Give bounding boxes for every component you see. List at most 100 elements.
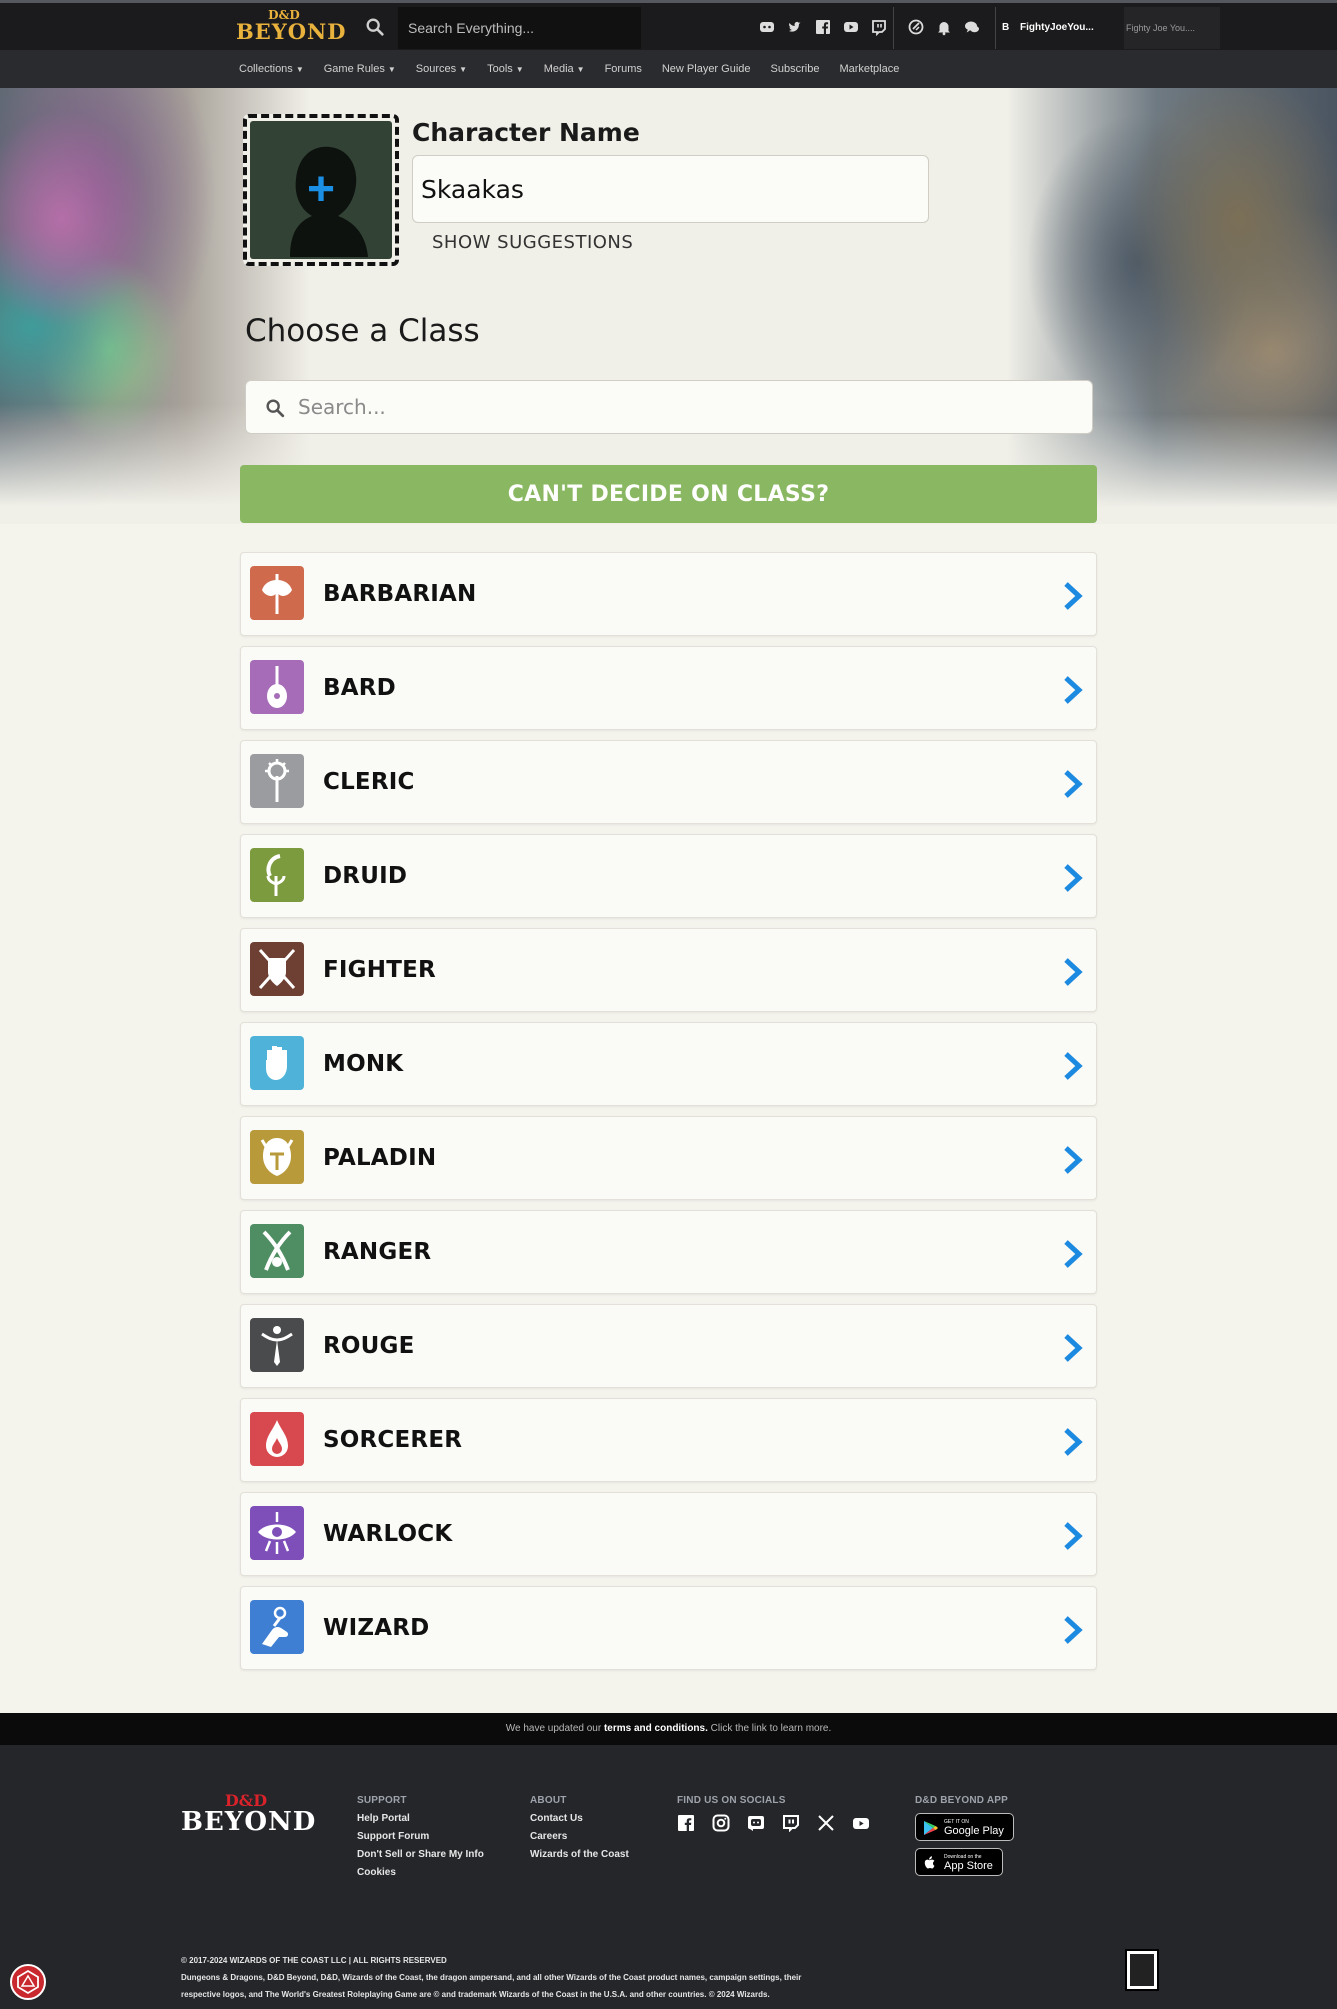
terms-link[interactable]: terms and conditions.: [604, 1723, 708, 1734]
twitch-icon[interactable]: [782, 1814, 800, 1833]
chevron-right-icon: [1064, 676, 1083, 704]
class-row-ranger[interactable]: RANGER: [240, 1210, 1097, 1294]
class-name: BARBARIAN: [323, 581, 477, 607]
class-search-input[interactable]: [298, 381, 1078, 433]
class-name: WARLOCK: [323, 1521, 453, 1547]
nav-tools[interactable]: Tools ▼: [477, 63, 534, 75]
fist-icon: [250, 1036, 304, 1090]
user-menu[interactable]: B FightyJoeYou...: [1002, 7, 1122, 49]
footer-heading: SUPPORT: [357, 1795, 407, 1806]
copyright-line: © 2017-2024 WIZARDS OF THE COAST LLC | A…: [181, 1956, 447, 1965]
nav-label: Subscribe: [770, 63, 820, 75]
nav-game-rules[interactable]: Game Rules ▼: [314, 63, 406, 75]
nav-forums[interactable]: Forums: [595, 63, 652, 75]
portrait-placeholder: +: [250, 121, 392, 259]
facebook-icon[interactable]: [677, 1814, 695, 1832]
footer-link-cookies[interactable]: Cookies: [357, 1867, 484, 1878]
footer-about: ABOUT Contact Us Careers Wizards of the …: [530, 1795, 629, 1867]
builder-hero: [0, 88, 1337, 524]
nav-label: New Player Guide: [661, 63, 751, 75]
youtube-icon[interactable]: [852, 1814, 870, 1832]
class-row-barbarian[interactable]: BARBARIAN: [240, 552, 1097, 636]
nav-sources[interactable]: Sources ▼: [406, 63, 477, 75]
google-play-icon: [922, 1820, 938, 1836]
header-actions: [907, 18, 981, 38]
bell-icon[interactable]: [935, 18, 953, 36]
dice-roller-button[interactable]: [10, 1964, 46, 2000]
class-row-monk[interactable]: MONK: [240, 1022, 1097, 1106]
chevron-right-icon: [1064, 1428, 1083, 1456]
sickle-icon: [250, 848, 304, 902]
caret-down-icon: ▼: [515, 65, 524, 74]
youtube-icon[interactable]: [842, 18, 860, 36]
class-name: RANGER: [323, 1239, 432, 1265]
helm-icon: [250, 1130, 304, 1184]
copyright-line: Dungeons & Dragons, D&D Beyond, D&D, Wiz…: [181, 1973, 802, 1982]
nav-marketplace[interactable]: Marketplace: [829, 63, 909, 75]
character-name-input[interactable]: [412, 155, 929, 223]
footer-link-dont-sell[interactable]: Don't Sell or Share My Info: [357, 1849, 484, 1860]
class-name: WIZARD: [323, 1615, 430, 1641]
footer-heading: ABOUT: [530, 1795, 567, 1806]
portrait-upload[interactable]: +: [243, 114, 399, 266]
twitch-icon[interactable]: [870, 18, 888, 37]
twitter-icon[interactable]: [786, 18, 804, 36]
user-secondary-menu[interactable]: Fighty Joe You....: [1124, 7, 1220, 49]
footer-logo-big: BEYOND: [181, 1807, 317, 1837]
class-row-cleric[interactable]: CLERIC: [240, 740, 1097, 824]
nav-collections[interactable]: Collections ▼: [229, 63, 314, 75]
top-bar: D&D BEYOND B FightyJoeYou... Fighty Joe …: [0, 0, 1337, 50]
facebook-icon[interactable]: [814, 18, 832, 36]
nav-label: Tools: [487, 63, 513, 75]
google-play-button[interactable]: GET IT ON Google Play: [915, 1813, 1014, 1841]
x-icon[interactable]: [817, 1814, 835, 1832]
nav-subscribe[interactable]: Subscribe: [761, 63, 830, 75]
class-row-paladin[interactable]: PALADIN: [240, 1116, 1097, 1200]
footer-link-support-forum[interactable]: Support Forum: [357, 1831, 484, 1842]
footer-logo[interactable]: D&D BEYOND: [181, 1793, 317, 1837]
class-row-wizard[interactable]: WIZARD: [240, 1586, 1097, 1670]
caret-down-icon: ▼: [459, 65, 468, 74]
user-secondary-name: Fighty Joe You....: [1126, 23, 1196, 33]
class-row-rouge[interactable]: ROUGE: [240, 1304, 1097, 1388]
footer-link-wizards[interactable]: Wizards of the Coast: [530, 1849, 629, 1860]
class-row-fighter[interactable]: FIGHTER: [240, 928, 1097, 1012]
footer-link-contact[interactable]: Contact Us: [530, 1813, 629, 1824]
class-name: BARD: [323, 675, 396, 701]
chat-icon[interactable]: [963, 18, 981, 36]
header-divider: [995, 7, 996, 49]
class-name: CLERIC: [323, 769, 415, 795]
user-name: FightyJoeYou...: [1020, 22, 1094, 33]
nav-label: Game Rules: [323, 63, 385, 75]
dice-icon[interactable]: [907, 18, 925, 36]
caret-down-icon: ▼: [576, 65, 585, 74]
cant-decide-button[interactable]: CAN'T DECIDE ON CLASS?: [240, 465, 1097, 523]
footer-link-careers[interactable]: Careers: [530, 1831, 629, 1842]
nav-label: Marketplace: [839, 63, 900, 75]
footer-link-help-portal[interactable]: Help Portal: [357, 1813, 484, 1824]
class-search-box: [245, 380, 1093, 434]
character-name-label: Character Name: [412, 118, 640, 147]
chevron-right-icon: [1064, 1240, 1083, 1268]
discord-icon[interactable]: [758, 18, 776, 36]
app-store-button[interactable]: Download on the App Store: [915, 1848, 1003, 1876]
app-store-small: Download on the: [944, 1854, 982, 1860]
instagram-icon[interactable]: [712, 1814, 730, 1832]
class-row-druid[interactable]: DRUID: [240, 834, 1097, 918]
show-suggestions-button[interactable]: SHOW SUGGESTIONS: [432, 232, 633, 253]
eye-icon: [250, 1506, 304, 1560]
choose-class-title: Choose a Class: [245, 313, 480, 349]
nav-new-player-guide[interactable]: New Player Guide: [652, 63, 761, 75]
nav-media[interactable]: Media ▼: [534, 63, 595, 75]
class-row-warlock[interactable]: WARLOCK: [240, 1492, 1097, 1576]
logo-big-text: BEYOND: [236, 19, 347, 44]
class-row-sorcerer[interactable]: SORCERER: [240, 1398, 1097, 1482]
global-search-input[interactable]: [398, 7, 641, 49]
search-icon[interactable]: [364, 16, 386, 38]
footer-heading: FIND US ON SOCIALS: [677, 1795, 786, 1806]
discord-icon[interactable]: [747, 1814, 765, 1832]
class-row-bard[interactable]: BARD: [240, 646, 1097, 730]
class-name: SORCERER: [323, 1427, 463, 1453]
dndbeyond-logo[interactable]: D&D BEYOND: [236, 9, 347, 47]
notice-suffix: Click the link to learn more.: [710, 1723, 832, 1734]
